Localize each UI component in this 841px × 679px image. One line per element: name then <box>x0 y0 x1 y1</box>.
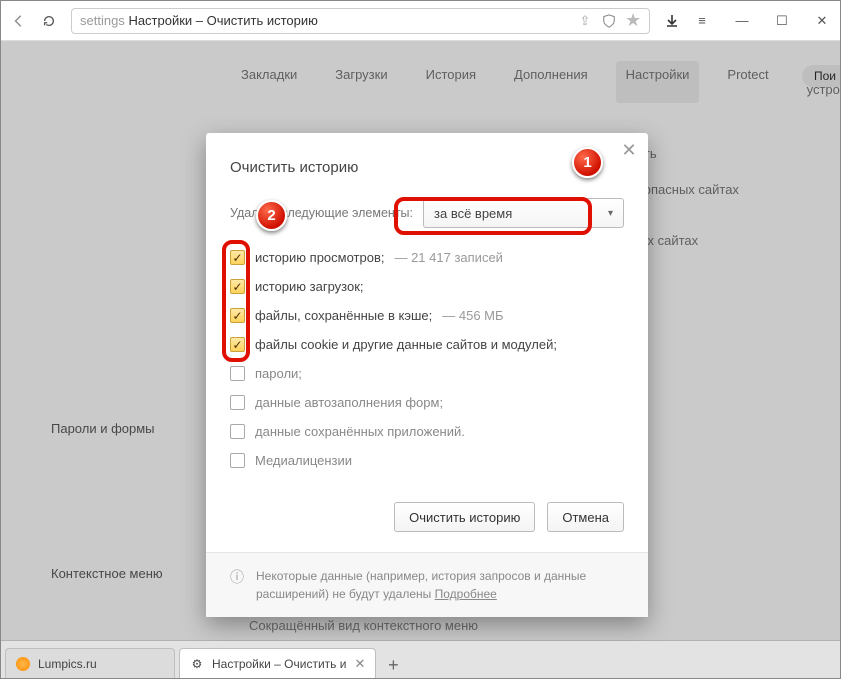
clear-button[interactable]: Очистить историю <box>394 502 535 532</box>
chevron-down-icon: ▾ <box>608 208 613 219</box>
menu-icon[interactable]: ≡ <box>694 13 710 29</box>
opt-media-licenses[interactable]: Медиалицензии <box>230 453 624 468</box>
back-icon[interactable] <box>11 13 27 29</box>
close-icon[interactable]: ✕ <box>620 141 638 159</box>
opt-passwords[interactable]: пароли; <box>230 366 624 381</box>
checkbox-icon[interactable]: ✓ <box>230 308 245 323</box>
checkbox-icon[interactable] <box>230 395 245 410</box>
checkbox-icon[interactable]: ✓ <box>230 250 245 265</box>
info-icon: ⓘ <box>230 567 244 588</box>
opt-browsing-history[interactable]: ✓ историю просмотров; — 21 417 записей <box>230 250 624 265</box>
annotation-marker-1: 1 <box>572 147 603 178</box>
opt-app-data[interactable]: данные сохранённых приложений. <box>230 424 624 439</box>
checkbox-icon[interactable]: ✓ <box>230 279 245 294</box>
address-bar[interactable]: settings Настройки – Очистить историю ⇪ … <box>71 8 650 34</box>
close-tab-icon[interactable]: ✕ <box>354 656 365 672</box>
minimize-icon[interactable]: — <box>734 13 750 29</box>
opt-cached-files[interactable]: ✓ файлы, сохранённые в кэше; — 456 МБ <box>230 308 624 323</box>
address-text: settings Настройки – Очистить историю <box>80 13 569 28</box>
browser-tab-lumpics[interactable]: Lumpics.ru <box>5 648 175 678</box>
time-range-select[interactable]: за всё время ▾ <box>423 198 624 228</box>
annotation-marker-2: 2 <box>256 200 287 231</box>
gear-icon: ⚙ <box>190 657 204 671</box>
downloads-icon[interactable] <box>664 13 680 29</box>
checkbox-icon[interactable] <box>230 424 245 439</box>
time-range-value: за всё время <box>434 206 512 221</box>
shield-icon[interactable] <box>601 13 617 29</box>
maximize-icon[interactable]: ☐ <box>774 13 790 29</box>
modal-title: Очистить историю <box>230 159 624 176</box>
favicon-icon <box>16 657 30 671</box>
bookmark-star-icon[interactable]: ★ <box>625 13 641 29</box>
checkbox-icon[interactable] <box>230 366 245 381</box>
browser-chrome: settings Настройки – Очистить историю ⇪ … <box>1 1 840 41</box>
reload-icon[interactable] <box>41 13 57 29</box>
opt-autofill[interactable]: данные автозаполнения форм; <box>230 395 624 410</box>
cancel-button[interactable]: Отмена <box>547 502 624 532</box>
settings-page: Закладки Загрузки История Дополнения Нас… <box>1 41 840 641</box>
checkbox-icon[interactable] <box>230 453 245 468</box>
learn-more-link[interactable]: Подробнее <box>435 587 497 601</box>
opt-download-history[interactable]: ✓ историю загрузок; <box>230 279 624 294</box>
browser-tab-settings[interactable]: ⚙ Настройки – Очистить и ✕ <box>179 648 376 678</box>
opt-cookies[interactable]: ✓ файлы cookie и другие данные сайтов и … <box>230 337 624 352</box>
new-tab-button[interactable]: + <box>380 652 406 678</box>
close-window-icon[interactable]: ✕ <box>814 13 830 29</box>
browser-tabstrip: Lumpics.ru ⚙ Настройки – Очистить и ✕ + <box>1 640 840 678</box>
checkbox-icon[interactable]: ✓ <box>230 337 245 352</box>
share-icon[interactable]: ⇪ <box>577 13 593 29</box>
modal-footer: ⓘ Некоторые данные (например, история за… <box>206 552 648 617</box>
